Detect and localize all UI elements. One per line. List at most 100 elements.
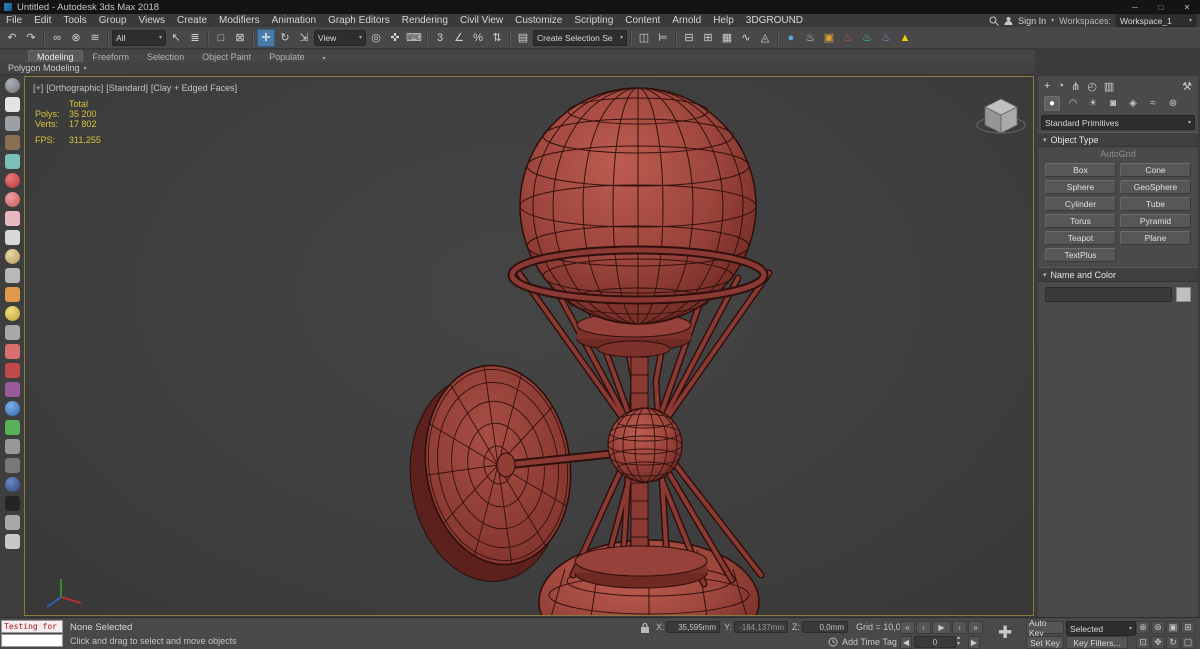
cone-button[interactable]: Cone <box>1120 163 1191 177</box>
frame-spinner[interactable]: ▴ ▾ <box>957 635 960 647</box>
select-and-manipulate-icon[interactable]: ✜ <box>386 29 404 47</box>
viewport-standard-menu[interactable]: [Standard] <box>106 83 148 93</box>
reference-coordinate-dropdown[interactable]: View ▾ <box>314 29 366 46</box>
frame-back-button[interactable]: ◀ <box>900 636 912 649</box>
menu-views[interactable]: Views <box>133 14 172 27</box>
box-button[interactable]: Box <box>1045 163 1116 177</box>
left-toolbar-icon[interactable] <box>4 173 20 188</box>
hierarchy-tab-icon[interactable]: ⋔ <box>1071 80 1080 93</box>
maxscript-mini-listener[interactable]: Testing for i <box>1 620 63 633</box>
motion-tab-icon[interactable]: ◴ <box>1087 80 1097 93</box>
name-and-color-rollout[interactable]: ▾ Name and Color <box>1038 267 1198 282</box>
undo-icon[interactable]: ↶ <box>3 29 21 47</box>
frame-spin-down-icon[interactable]: ▾ <box>957 641 960 647</box>
frame-forward-button[interactable]: ▶ <box>968 636 980 649</box>
left-toolbar-icon[interactable] <box>4 211 20 226</box>
ribbon-config-caret-icon[interactable]: ▾ <box>315 54 334 62</box>
ribbon-toggle-icon[interactable]: ▦ <box>718 29 736 47</box>
menu-civil-view[interactable]: Civil View <box>454 14 509 27</box>
systems-category-icon[interactable]: ⊛ <box>1166 97 1180 110</box>
menu-scripting[interactable]: Scripting <box>568 14 619 27</box>
space-warps-category-icon[interactable]: ≈ <box>1146 97 1160 110</box>
sign-in-button[interactable]: Sign In <box>1018 16 1046 26</box>
zoom-region-icon[interactable]: ⊡ <box>1136 636 1150 649</box>
left-toolbar-icon[interactable] <box>4 477 20 492</box>
left-toolbar-icon[interactable] <box>4 306 20 321</box>
menu-rendering[interactable]: Rendering <box>396 14 454 27</box>
left-toolbar-icon[interactable] <box>4 116 20 131</box>
menu-group[interactable]: Group <box>93 14 133 27</box>
pyramid-button[interactable]: Pyramid <box>1120 214 1191 228</box>
search-icon[interactable] <box>989 16 999 26</box>
left-toolbar-icon[interactable] <box>4 363 20 378</box>
pan-view-icon[interactable]: ✥ <box>1151 636 1165 649</box>
select-and-move-icon[interactable]: ✛ <box>257 28 275 47</box>
menu-file[interactable]: File <box>0 14 28 27</box>
left-toolbar-icon[interactable] <box>4 154 20 169</box>
rendered-frame-window-icon[interactable]: ▣ <box>820 29 838 47</box>
layer-explorer-icon[interactable]: ⊞ <box>699 29 717 47</box>
angle-snap-icon[interactable]: ∠ <box>450 29 468 47</box>
left-toolbar-icon[interactable] <box>4 97 20 112</box>
render-in-cloud-icon[interactable]: ♨ <box>877 29 895 47</box>
mirror-icon[interactable]: ◫ <box>635 29 653 47</box>
left-toolbar-icon[interactable] <box>4 135 20 150</box>
lights-category-icon[interactable]: ☀ <box>1086 97 1100 110</box>
key-filters-button[interactable]: Key Filters... <box>1066 636 1128 649</box>
select-and-rotate-icon[interactable]: ↻ <box>276 29 294 47</box>
maximize-viewport-icon[interactable]: ▢ <box>1181 636 1195 649</box>
object-name-input[interactable] <box>1045 287 1172 302</box>
torus-button[interactable]: Torus <box>1045 214 1116 228</box>
left-toolbar-icon[interactable] <box>4 192 20 207</box>
close-button[interactable]: ✕ <box>1174 0 1200 14</box>
viewport-shading-menu[interactable]: [Clay + Edged Faces] <box>151 83 237 93</box>
menu-customize[interactable]: Customize <box>509 14 568 27</box>
primitive-category-dropdown[interactable]: Standard Primitives ▾ <box>1041 115 1195 130</box>
cameras-category-icon[interactable]: ◙ <box>1106 97 1120 110</box>
menu-arnold[interactable]: Arnold <box>666 14 707 27</box>
left-toolbar-icon[interactable] <box>4 439 20 454</box>
left-toolbar-icon[interactable] <box>4 249 20 264</box>
material-editor-icon[interactable]: ● <box>782 29 800 47</box>
left-toolbar-icon[interactable] <box>4 458 20 473</box>
curve-editor-icon[interactable]: ∿ <box>737 29 755 47</box>
viewport-pov-menu[interactable]: [Orthographic] <box>46 83 103 93</box>
left-toolbar-icon[interactable] <box>4 401 20 416</box>
unlink-selection-icon[interactable]: ⊗ <box>67 29 85 47</box>
bind-to-space-warp-icon[interactable]: ≋ <box>86 29 104 47</box>
left-toolbar-icon[interactable] <box>4 344 20 359</box>
render-iterative-icon[interactable]: ♨ <box>858 29 876 47</box>
pan-navigation-icon[interactable]: ✚ <box>998 623 1012 643</box>
menu-edit[interactable]: Edit <box>28 14 57 27</box>
zoom-icon[interactable]: ⊕ <box>1136 621 1150 634</box>
play-button[interactable]: ▶ <box>932 621 951 634</box>
schematic-view-icon[interactable]: ◬ <box>756 29 774 47</box>
redo-icon[interactable]: ↷ <box>22 29 40 47</box>
left-toolbar-icon[interactable] <box>4 515 20 530</box>
utilities-tab-icon[interactable]: ⚒ <box>1182 80 1192 93</box>
render-production-icon[interactable]: ♨ <box>839 29 857 47</box>
display-tab-icon[interactable]: ▥ <box>1104 80 1114 93</box>
previous-frame-button[interactable]: ‹ <box>916 621 931 634</box>
left-toolbar-icon[interactable] <box>4 78 20 93</box>
orbit-icon[interactable]: ↻ <box>1166 636 1180 649</box>
selection-filter-dropdown[interactable]: All ▾ <box>112 29 166 46</box>
x-coordinate-field[interactable]: 35,595mm <box>666 621 720 633</box>
sphere-button[interactable]: Sphere <box>1045 180 1116 194</box>
spinner-snap-icon[interactable]: ⇅ <box>488 29 506 47</box>
viewport[interactable]: [+] [Orthographic] [Standard] [Clay + Ed… <box>24 76 1034 616</box>
maxscript-listener-line[interactable] <box>1 634 63 647</box>
create-tab-icon[interactable]: + <box>1044 80 1050 92</box>
left-toolbar-icon[interactable] <box>4 496 20 511</box>
menu-help[interactable]: Help <box>707 14 740 27</box>
left-toolbar-icon[interactable] <box>4 230 20 245</box>
align-icon[interactable]: ⊨ <box>654 29 672 47</box>
minimize-button[interactable]: ─ <box>1122 0 1148 14</box>
object-type-rollout[interactable]: ▾ Object Type <box>1038 132 1198 147</box>
polygon-modeling-panel[interactable]: Polygon Modeling <box>8 63 80 73</box>
menu-graph-editors[interactable]: Graph Editors <box>322 14 396 27</box>
menu-content[interactable]: Content <box>619 14 666 27</box>
tab-modeling[interactable]: Modeling <box>28 50 83 62</box>
z-coordinate-field[interactable]: 0,0mm <box>802 621 848 633</box>
next-frame-button[interactable]: › <box>952 621 967 634</box>
